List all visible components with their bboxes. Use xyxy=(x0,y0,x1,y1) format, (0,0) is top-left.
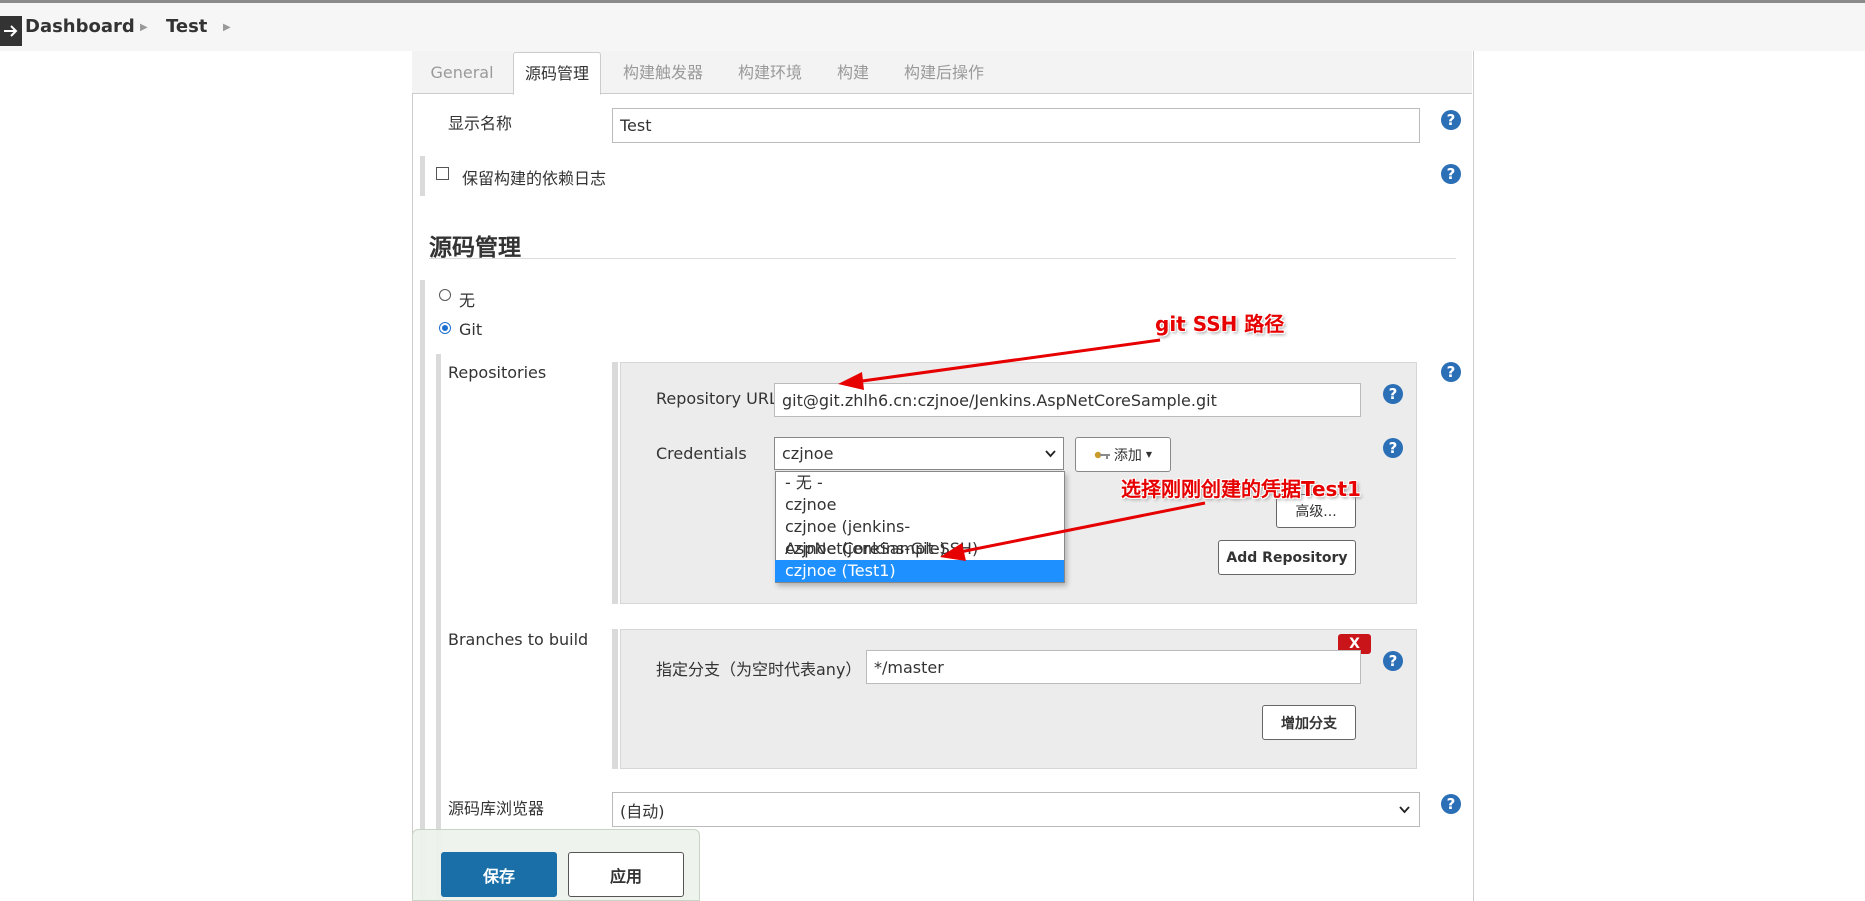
annotation-ssh-path: git SSH 路径 xyxy=(1155,312,1285,336)
annotation-arrow-ssh xyxy=(854,338,1161,384)
annotation-arrow-credential xyxy=(959,501,1206,554)
annotation-arrows xyxy=(838,338,1206,561)
annotation-arrowhead xyxy=(940,543,966,561)
annotation-select-credential: 选择刚刚创建的凭据Test1 xyxy=(1121,477,1361,501)
annotation-arrowhead xyxy=(838,372,864,390)
